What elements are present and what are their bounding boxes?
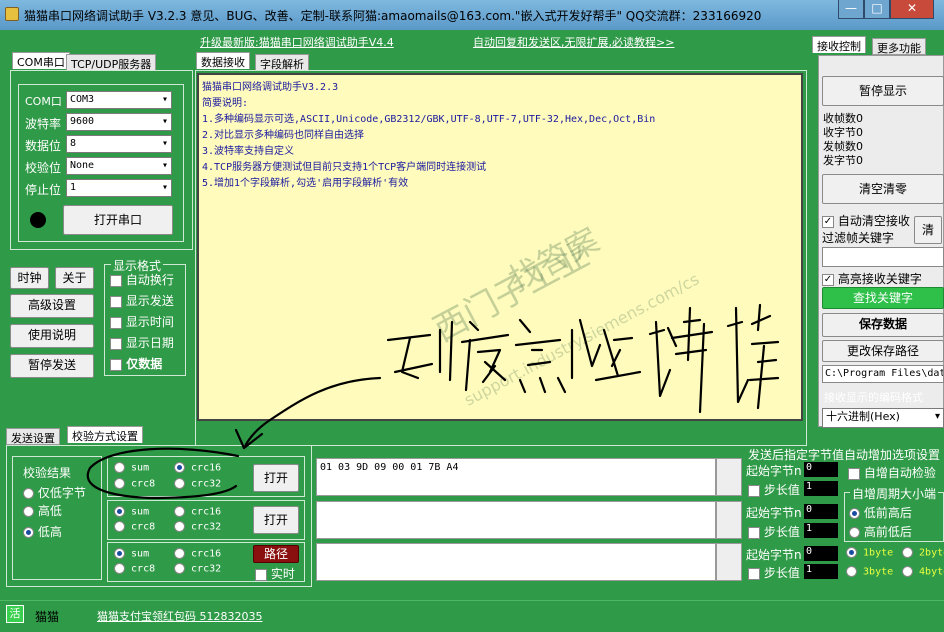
handwritten-annotation: [86, 303, 780, 500]
